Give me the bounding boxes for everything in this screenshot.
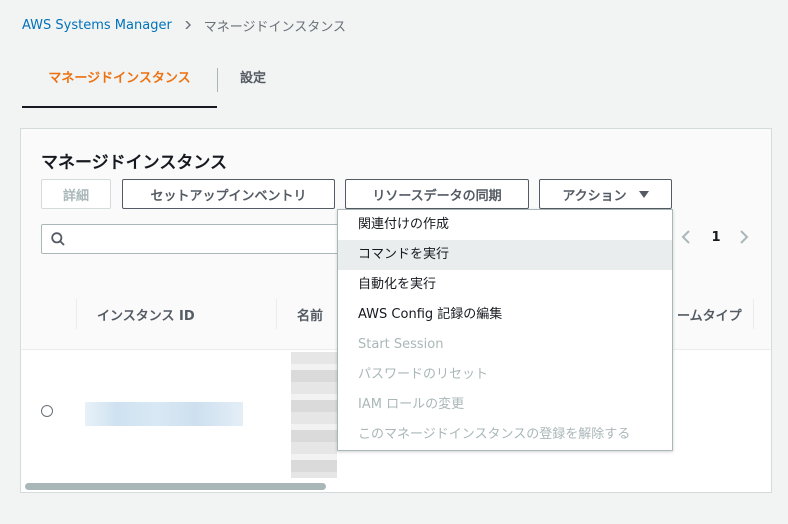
pagination-current-page[interactable]: 1: [709, 225, 723, 249]
chevron-right-icon: [185, 21, 191, 29]
tab-bar: マネージドインスタンス 設定: [22, 60, 770, 108]
detail-button[interactable]: 詳細: [41, 179, 111, 209]
search-icon: [51, 232, 65, 246]
menu-item-run-automation[interactable]: 自動化を実行: [338, 270, 672, 300]
menu-item-deregister-instance[interactable]: このマネージドインスタンスの登録を解除する: [338, 420, 672, 450]
caret-down-icon: [638, 190, 649, 198]
column-divider: [76, 299, 77, 329]
column-header-instance-id[interactable]: インスタンス ID: [97, 305, 195, 324]
chevron-right-icon: [740, 230, 749, 244]
menu-item-create-association[interactable]: 関連付けの作成: [338, 210, 672, 240]
menu-item-start-session[interactable]: Start Session: [338, 330, 672, 360]
resource-data-sync-button[interactable]: リソースデータの同期: [345, 179, 529, 209]
column-header-platform-type[interactable]: ームタイプ: [677, 305, 742, 324]
instance-name-redacted: [291, 352, 337, 478]
actions-button[interactable]: アクション: [539, 179, 672, 209]
column-divider: [753, 299, 754, 329]
panel-title: マネージドインスタンス: [41, 153, 227, 173]
menu-item-change-iam-role[interactable]: IAM ロールの変更: [338, 390, 672, 420]
actions-button-label: アクション: [562, 188, 627, 204]
row-select-radio[interactable]: [41, 405, 53, 417]
tab-managed-instances[interactable]: マネージドインスタンス: [22, 60, 217, 108]
breadcrumb: AWS Systems Manager マネージドインスタンス: [22, 15, 346, 35]
column-header-name[interactable]: 名前: [297, 305, 323, 324]
pagination-prev[interactable]: [681, 225, 697, 249]
chevron-left-icon: [681, 230, 690, 244]
horizontal-scrollbar[interactable]: [25, 483, 326, 490]
breadcrumb-link-systems-manager[interactable]: AWS Systems Manager: [22, 18, 172, 33]
tab-settings[interactable]: 設定: [218, 60, 288, 106]
menu-item-run-command[interactable]: コマンドを実行: [338, 240, 672, 270]
breadcrumb-current: マネージドインスタンス: [203, 19, 347, 35]
actions-dropdown-menu: 関連付けの作成 コマンドを実行 自動化を実行 AWS Config 記録の編集 …: [337, 209, 673, 451]
menu-item-edit-aws-config-recording[interactable]: AWS Config 記録の編集: [338, 300, 672, 330]
column-divider: [276, 299, 277, 329]
setup-inventory-button[interactable]: セットアップインベントリ: [122, 179, 335, 209]
menu-item-reset-password[interactable]: パスワードのリセット: [338, 360, 672, 390]
pagination-next[interactable]: [739, 225, 755, 249]
instance-id-redacted[interactable]: [85, 402, 243, 426]
